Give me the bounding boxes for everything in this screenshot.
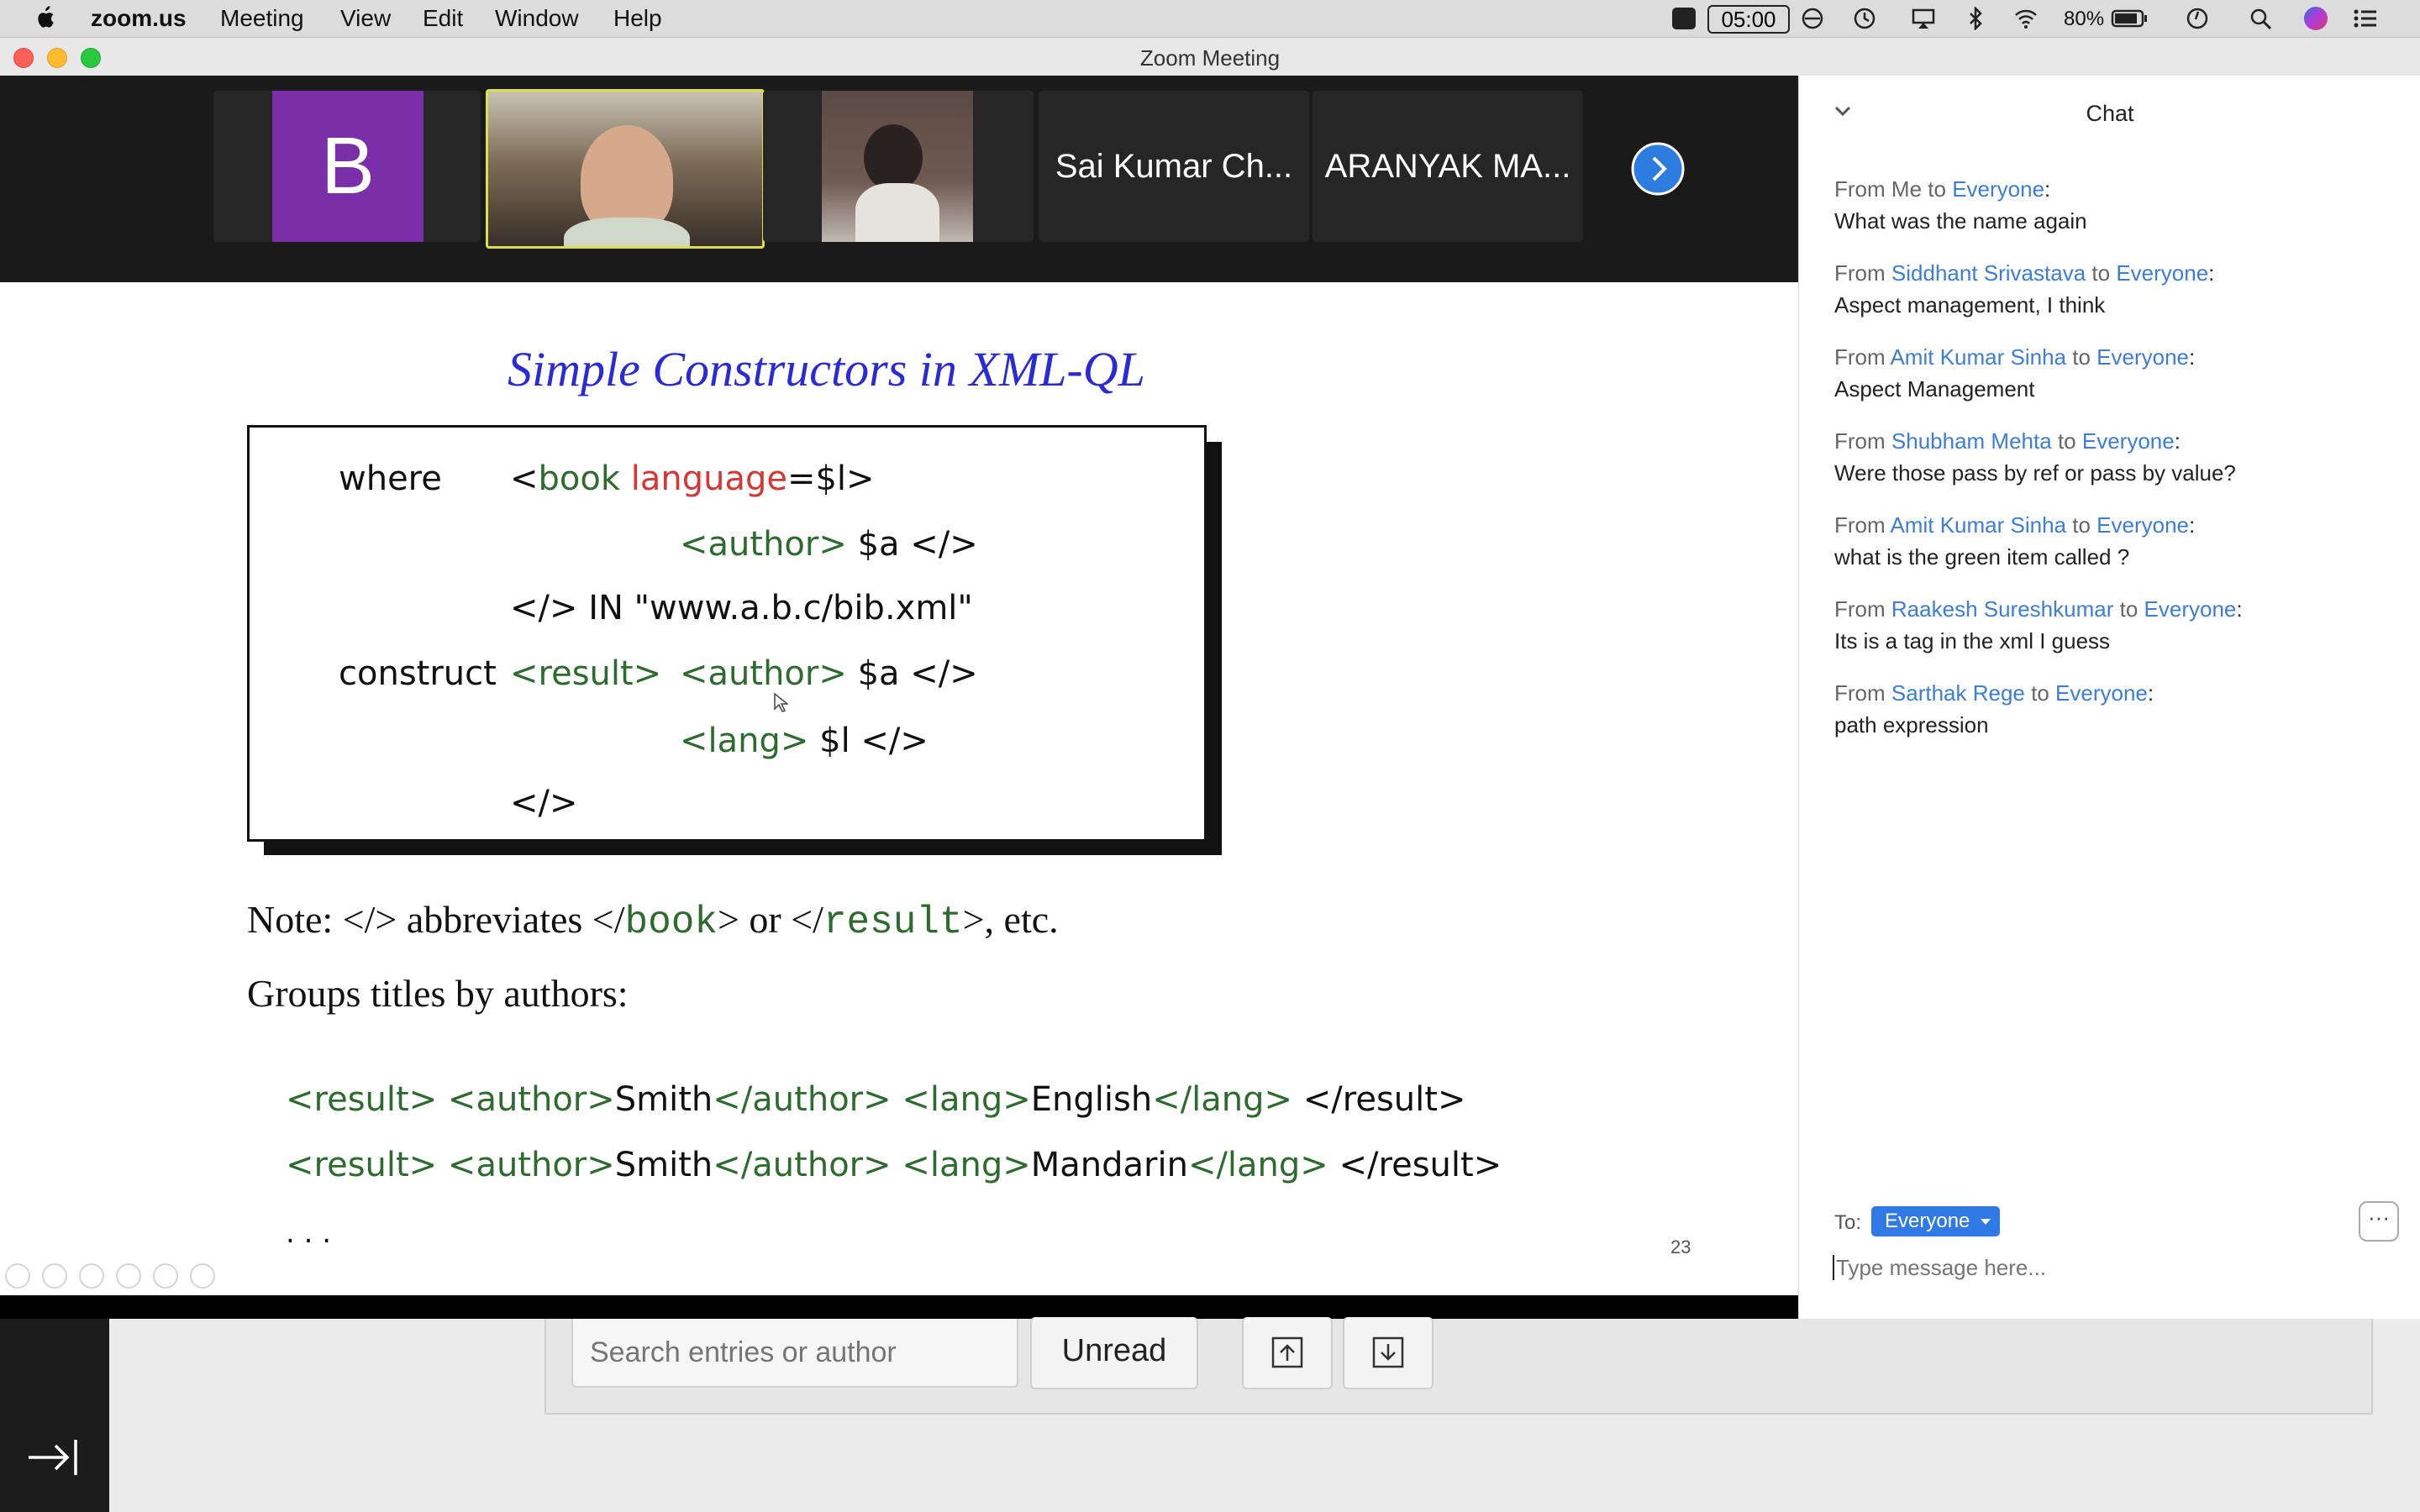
recipient-label: Everyone [1885,1210,1970,1232]
participant-name: Sai Kumar Ch... [1055,147,1293,185]
time-machine-icon[interactable] [1852,7,1877,30]
menubar: zoom.us Meeting View Edit Window Help 05… [0,0,2420,38]
battery-percent: 80% [2064,8,2105,30]
chat-panel: Chat From Me to Everyone: What was the na… [1798,76,2420,1319]
download-button[interactable] [1343,1317,1434,1389]
where-keyword: where [339,459,442,498]
app-menu[interactable]: zoom.us [91,5,187,32]
shared-screen: Simple Constructors in XML-QL where <boo… [0,282,1798,1295]
chat-message: From Sarthak Rege to Everyone: path expre… [1834,680,2154,738]
menu-window[interactable]: Window [495,5,579,32]
participant-tile-video-1[interactable] [486,89,765,249]
chat-message: From Amit Kumar Sinha to Everyone: Aspect… [1834,344,2196,402]
participant-shirt [564,218,690,246]
participant-tile-name-2[interactable]: ARANYAK MA... [1313,91,1583,242]
code-box: where <book language=$l> <author> $a </>… [247,425,1207,842]
output-line-2: <result> <author>Smith</author> <lang>Ma… [286,1146,1502,1184]
collapse-sidebar-icon[interactable] [27,1436,81,1478]
code-line-4: <result> [510,654,662,693]
output-ellipsis: . . . [286,1216,332,1250]
timer-badge[interactable]: 05:00 [1707,5,1790,34]
participant-tile-name-1[interactable]: Sai Kumar Ch... [1039,91,1309,242]
menu-view[interactable]: View [340,5,391,32]
participant-tile-avatar[interactable]: B [213,91,481,242]
avatar: B [272,91,424,242]
participant-tile-video-2[interactable] [763,91,1034,242]
download-icon [1372,1336,1404,1368]
next-page-icon[interactable] [1630,141,1686,197]
window-title: Zoom Meeting [1139,45,1281,71]
airplay-icon[interactable] [1911,7,1936,30]
chat-message: From Siddhant Srivastava to Everyone: Asp… [1834,260,2215,318]
wifi-icon[interactable] [2013,7,2039,30]
code-line-6: </> [510,784,578,822]
next-slide-icon[interactable] [42,1263,67,1289]
window-titlebar: Zoom Meeting [0,38,2420,76]
clock-icon[interactable] [2185,7,2210,30]
mouse-cursor-icon [774,692,788,712]
pen-icon[interactable] [79,1263,104,1289]
bluetooth-icon[interactable] [1963,7,1988,30]
chat-message: From Raakesh Sureshkumar to Everyone: Its… [1834,596,2243,654]
participant-head [864,124,923,192]
chat-message: From Shubham Mehta to Everyone: Were thos… [1834,428,2236,486]
participant-shirt [855,183,939,242]
upload-icon [1271,1336,1303,1368]
code-line-2: <author> $a </> [680,525,978,564]
code-line-5: <lang> $l </> [680,722,929,760]
share-bottom-bar [0,1295,1798,1319]
slide-page-number: 23 [1670,1236,1691,1257]
recipient-dropdown[interactable]: Everyone [1871,1206,2001,1236]
participant-name: ARANYAK MA... [1324,147,1571,185]
participant-strip: B Sai Kumar Ch... ARANYAK MA... [0,76,1798,282]
zoom-status-icon[interactable] [1672,8,1696,29]
background-app: Unread [0,1317,2420,1512]
upload-button[interactable] [1242,1317,1333,1389]
slideshow-controls [5,1263,215,1289]
dark-sidebar [0,1319,109,1512]
output-line-1: <result> <author>Smith</author> <lang>En… [286,1080,1466,1119]
zoom-slide-icon[interactable] [153,1263,178,1289]
caret-down-icon [1981,1219,1991,1225]
chat-message: From Me to Everyone: What was the name ag… [1834,176,2087,234]
search-input[interactable] [571,1319,1018,1388]
apple-icon[interactable] [34,5,55,30]
unread-button[interactable]: Unread [1030,1317,1198,1389]
code-line-3: </> IN "www.a.b.c/bib.xml" [510,589,973,627]
slides-icon[interactable] [116,1263,141,1289]
slide-title: Simple Constructors in XML-QL [508,342,1145,396]
to-label: To: [1834,1211,1862,1234]
code-line-4b: <author> $a </> [680,654,978,693]
menu-help[interactable]: Help [613,5,662,32]
battery-icon[interactable] [2111,7,2149,30]
menu-edit[interactable]: Edit [423,5,463,32]
slide-note: Note: </> abbreviates </book> or </resul… [247,898,1059,944]
more-options-icon[interactable]: ··· [2359,1201,2399,1242]
prev-slide-icon[interactable] [5,1263,30,1289]
siri-icon[interactable] [2304,7,2328,30]
focus-icon[interactable] [1800,7,1825,30]
chat-message: From Amit Kumar Sinha to Everyone: what i… [1834,512,2196,570]
code-line-1: <book language=$l> [510,459,875,498]
construct-keyword: construct [339,654,497,693]
chat-message-input[interactable] [1834,1252,2375,1284]
more-options-icon[interactable] [190,1263,215,1289]
chat-title: Chat [2086,101,2134,126]
menu-meeting[interactable]: Meeting [220,5,304,32]
slide-groups-text: Groups titles by authors: [247,972,629,1015]
control-center-icon[interactable] [2353,7,2378,30]
spotlight-search-icon[interactable] [2249,7,2274,30]
